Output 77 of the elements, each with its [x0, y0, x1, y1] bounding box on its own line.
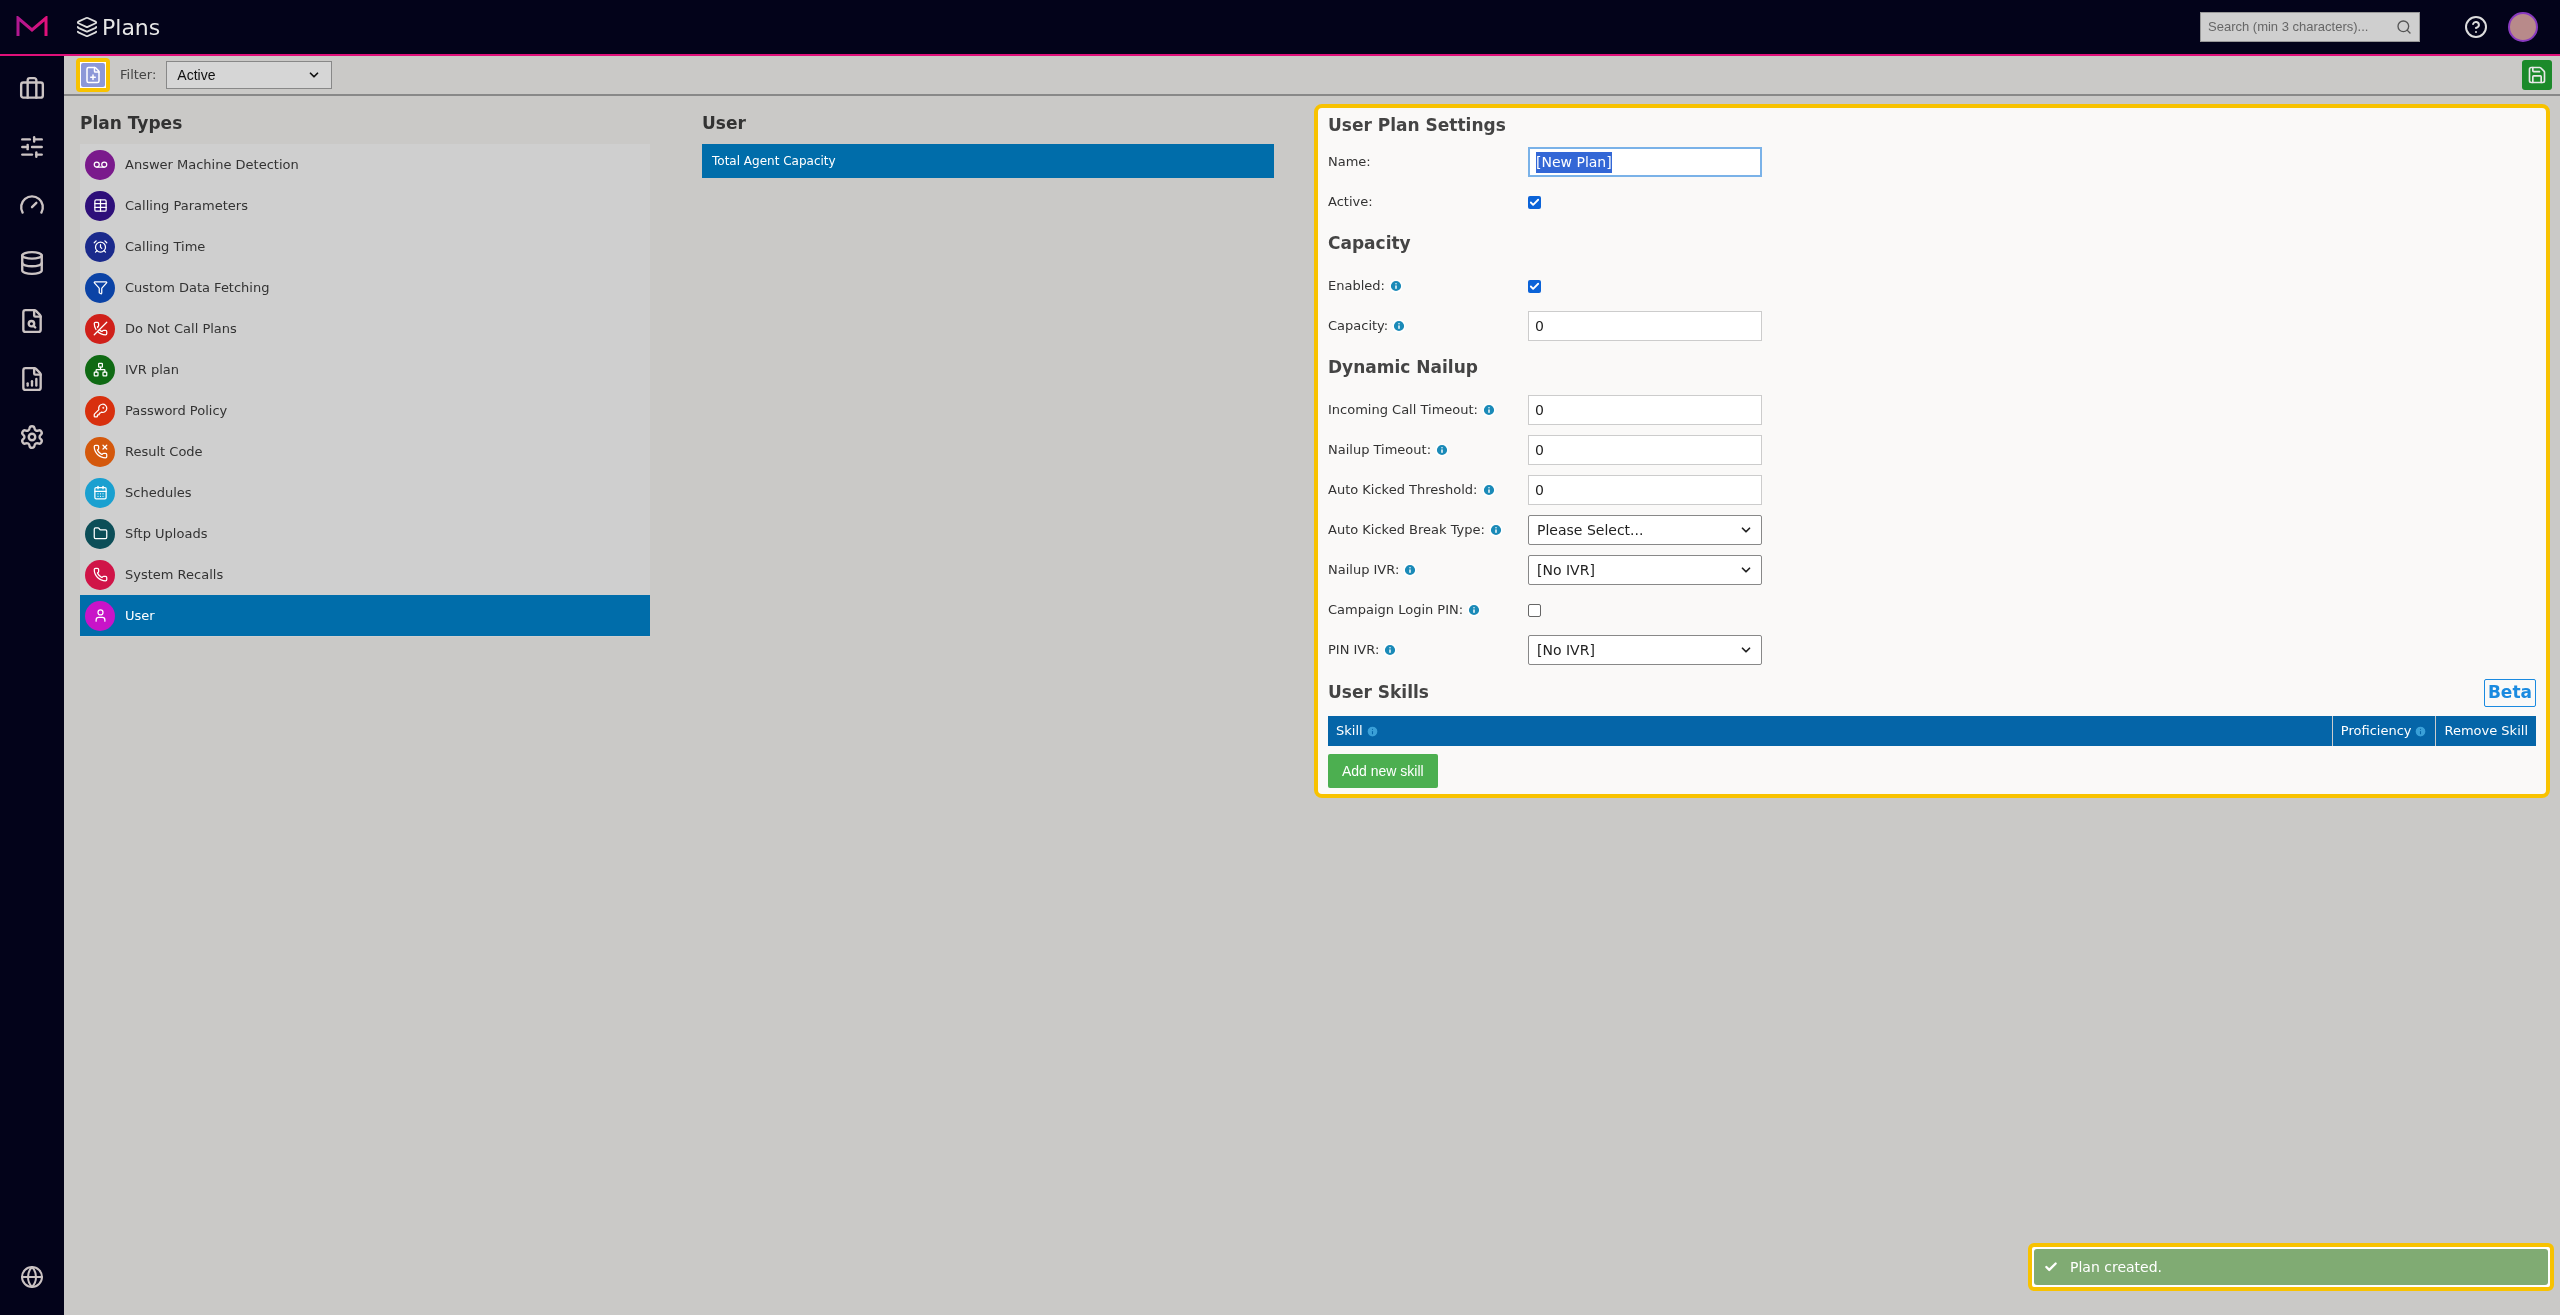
file-search-icon[interactable] — [19, 308, 45, 334]
help-icon[interactable] — [2464, 15, 2488, 39]
info-icon — [1388, 279, 1403, 293]
new-plan-button[interactable] — [76, 58, 110, 92]
field-label: Active: — [1328, 193, 1373, 212]
checkbox[interactable] — [1528, 279, 1541, 293]
field-label: Nailup IVR: — [1328, 561, 1400, 580]
field-label: Name: — [1328, 153, 1371, 172]
filter-dropdown[interactable]: Active — [166, 61, 333, 89]
section-heading: Capacity — [1328, 232, 1412, 256]
checkbox[interactable] — [1528, 195, 1541, 209]
field-label: Campaign Login PIN: — [1328, 601, 1464, 620]
plan-type-item[interactable]: Sftp Uploads — [80, 513, 650, 554]
section-heading: Dynamic Nailup — [1328, 356, 1479, 380]
check-icon — [2044, 1260, 2058, 1274]
save-button[interactable] — [2522, 60, 2552, 90]
field-label: Enabled: — [1328, 277, 1385, 296]
setting-group-item[interactable]: Total Agent Capacity — [702, 144, 1274, 178]
text-field[interactable]: [New Plan] — [1528, 147, 1762, 177]
section-heading: User Skills — [1328, 681, 1429, 705]
info-icon — [1481, 403, 1496, 417]
dropdown[interactable]: [No IVR] — [1528, 555, 1762, 585]
dropdown[interactable]: [No IVR] — [1528, 635, 1762, 665]
info-icon — [1481, 483, 1496, 497]
text-field[interactable]: 0 — [1528, 475, 1762, 505]
plan-type-item[interactable]: Schedules — [80, 472, 650, 513]
logo-icon — [16, 16, 48, 38]
briefcase-icon[interactable] — [19, 76, 45, 102]
globe-icon[interactable] — [20, 1265, 44, 1289]
plan-type-item[interactable]: Custom Data Fetching — [80, 267, 650, 308]
avatar[interactable] — [2508, 12, 2538, 42]
panel-title: User Plan Settings — [1328, 114, 1507, 138]
dropdown[interactable]: Please Select... — [1528, 515, 1762, 545]
plan-type-item[interactable]: Password Policy — [80, 390, 650, 431]
info-icon — [2414, 724, 2428, 738]
info-icon — [1403, 563, 1418, 577]
plan-type-item[interactable]: Do Not Call Plans — [80, 308, 650, 349]
toast-message: Plan created. — [2070, 1257, 2162, 1277]
file-plus-icon — [84, 66, 102, 84]
info-icon — [1365, 724, 1379, 738]
checkbox[interactable] — [1528, 603, 1541, 617]
beta-badge: Beta — [2483, 679, 2536, 707]
text-field[interactable]: 0 — [1528, 395, 1762, 425]
column-header: Skill — [1328, 716, 2332, 746]
text-field[interactable]: 0 — [1528, 311, 1762, 341]
filter-label: Filter: — [120, 66, 157, 85]
plan-type-item[interactable]: System Recalls — [80, 554, 650, 595]
field-label: Auto Kicked Break Type: — [1328, 521, 1485, 540]
layers-icon — [76, 16, 98, 38]
database-icon[interactable] — [19, 250, 45, 276]
info-icon — [1392, 319, 1407, 333]
plan-type-item[interactable]: Calling Time — [80, 226, 650, 267]
text-field[interactable]: 0 — [1528, 435, 1762, 465]
plan-type-item[interactable]: Calling Parameters — [80, 185, 650, 226]
file-chart-icon[interactable] — [19, 366, 45, 392]
search-icon[interactable] — [2396, 19, 2412, 35]
gears-icon[interactable] — [19, 424, 45, 450]
info-icon — [1435, 443, 1450, 457]
plan-type-item[interactable]: IVR plan — [80, 349, 650, 390]
section-heading: Plan Types — [80, 112, 184, 136]
search-field[interactable]: Search (min 3 characters)... — [2200, 12, 2420, 42]
info-icon — [1488, 523, 1503, 537]
column-header: Remove Skill — [2435, 716, 2536, 746]
field-label: PIN IVR: — [1328, 641, 1380, 660]
section-heading: User — [702, 112, 747, 136]
field-label: Auto Kicked Threshold: — [1328, 481, 1478, 500]
plan-type-item[interactable]: Result Code — [80, 431, 650, 472]
plan-type-item[interactable]: User — [80, 595, 650, 636]
sliders-icon[interactable] — [19, 134, 45, 160]
column-header: Proficiency — [2331, 716, 2436, 746]
field-label: Nailup Timeout: — [1328, 441, 1432, 460]
info-icon — [1467, 603, 1482, 617]
field-label: Capacity: — [1328, 317, 1389, 336]
info-icon — [1383, 643, 1398, 657]
plan-type-item[interactable]: Answer Machine Detection — [80, 144, 650, 185]
page-title: Plans — [102, 13, 161, 42]
field-label: Incoming Call Timeout: — [1328, 401, 1478, 420]
